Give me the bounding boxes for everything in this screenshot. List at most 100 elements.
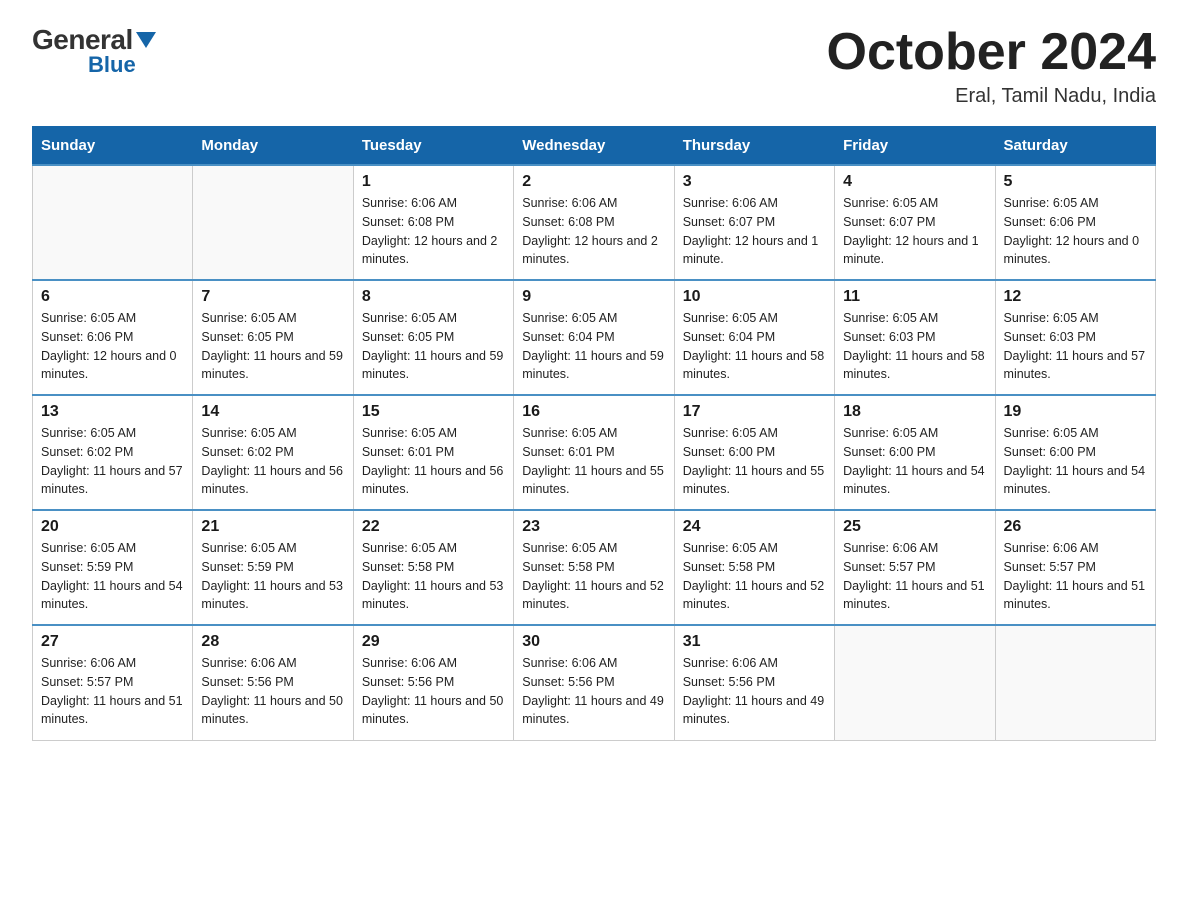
day-number: 12 <box>1004 288 1147 306</box>
calendar-cell: 29 Sunrise: 6:06 AMSunset: 5:56 PMDayligh… <box>353 625 513 740</box>
day-sun-info: Sunrise: 6:06 AMSunset: 5:57 PMDaylight:… <box>843 539 986 614</box>
day-number: 8 <box>362 288 505 306</box>
calendar-cell: 31 Sunrise: 6:06 AMSunset: 5:56 PMDayligh… <box>674 625 834 740</box>
logo: General Blue <box>32 24 156 78</box>
day-number: 20 <box>41 518 184 536</box>
calendar-cell <box>33 165 193 280</box>
day-sun-info: Sunrise: 6:05 AMSunset: 5:59 PMDaylight:… <box>41 539 184 614</box>
calendar-cell: 14 Sunrise: 6:05 AMSunset: 6:02 PMDayligh… <box>193 395 353 510</box>
day-sun-info: Sunrise: 6:06 AMSunset: 5:56 PMDaylight:… <box>201 654 344 729</box>
calendar-cell: 6Sunrise: 6:05 AMSunset: 6:06 PMDaylight… <box>33 280 193 395</box>
calendar-week-row: 1 Sunrise: 6:06 AMSunset: 6:08 PMDaylight… <box>33 165 1156 280</box>
calendar-cell: 19 Sunrise: 6:05 AMSunset: 6:00 PMDayligh… <box>995 395 1155 510</box>
day-sun-info: Sunrise: 6:06 AMSunset: 5:57 PMDaylight:… <box>41 654 184 729</box>
day-number: 5 <box>1004 173 1147 191</box>
day-number: 11 <box>843 288 986 306</box>
day-sun-info: Sunrise: 6:05 AMSunset: 5:58 PMDaylight:… <box>362 539 505 614</box>
calendar-cell: 7 Sunrise: 6:05 AMSunset: 6:05 PMDaylight… <box>193 280 353 395</box>
day-sun-info: Sunrise: 6:05 AMSunset: 6:02 PMDaylight:… <box>201 424 344 499</box>
calendar-cell: 10 Sunrise: 6:05 AMSunset: 6:04 PMDayligh… <box>674 280 834 395</box>
logo-triangle-icon <box>136 32 156 53</box>
day-sun-info: Sunrise: 6:05 AMSunset: 6:01 PMDaylight:… <box>362 424 505 499</box>
calendar-cell: 4 Sunrise: 6:05 AMSunset: 6:07 PMDaylight… <box>835 165 995 280</box>
day-sun-info: Sunrise: 6:05 AMSunset: 6:04 PMDaylight:… <box>522 309 665 384</box>
calendar-cell: 30Sunrise: 6:06 AMSunset: 5:56 PMDayligh… <box>514 625 674 740</box>
day-sun-info: Sunrise: 6:06 AMSunset: 6:08 PMDaylight:… <box>362 194 505 269</box>
day-sun-info: Sunrise: 6:05 AMSunset: 5:58 PMDaylight:… <box>522 539 665 614</box>
day-number: 9 <box>522 288 665 306</box>
calendar-cell: 2Sunrise: 6:06 AMSunset: 6:08 PMDaylight… <box>514 165 674 280</box>
day-header-thursday: Thursday <box>674 127 834 166</box>
day-sun-info: Sunrise: 6:06 AMSunset: 6:08 PMDaylight:… <box>522 194 665 269</box>
day-header-sunday: Sunday <box>33 127 193 166</box>
day-sun-info: Sunrise: 6:05 AMSunset: 6:00 PMDaylight:… <box>843 424 986 499</box>
calendar-cell: 11Sunrise: 6:05 AMSunset: 6:03 PMDayligh… <box>835 280 995 395</box>
calendar-cell: 13Sunrise: 6:05 AMSunset: 6:02 PMDayligh… <box>33 395 193 510</box>
day-sun-info: Sunrise: 6:06 AMSunset: 5:56 PMDaylight:… <box>683 654 826 729</box>
day-sun-info: Sunrise: 6:06 AMSunset: 5:57 PMDaylight:… <box>1004 539 1147 614</box>
calendar-cell: 5 Sunrise: 6:05 AMSunset: 6:06 PMDaylight… <box>995 165 1155 280</box>
day-number: 22 <box>362 518 505 536</box>
day-number: 18 <box>843 403 986 421</box>
day-number: 14 <box>201 403 344 421</box>
day-sun-info: Sunrise: 6:05 AMSunset: 6:00 PMDaylight:… <box>1004 424 1147 499</box>
day-sun-info: Sunrise: 6:05 AMSunset: 6:03 PMDaylight:… <box>1004 309 1147 384</box>
day-sun-info: Sunrise: 6:05 AMSunset: 6:05 PMDaylight:… <box>362 309 505 384</box>
day-sun-info: Sunrise: 6:05 AMSunset: 5:59 PMDaylight:… <box>201 539 344 614</box>
calendar-cell <box>193 165 353 280</box>
day-header-tuesday: Tuesday <box>353 127 513 166</box>
calendar-cell: 17 Sunrise: 6:05 AMSunset: 6:00 PMDayligh… <box>674 395 834 510</box>
day-number: 29 <box>362 633 505 651</box>
calendar-week-row: 27Sunrise: 6:06 AMSunset: 5:57 PMDayligh… <box>33 625 1156 740</box>
calendar-cell: 27Sunrise: 6:06 AMSunset: 5:57 PMDayligh… <box>33 625 193 740</box>
day-number: 17 <box>683 403 826 421</box>
day-number: 25 <box>843 518 986 536</box>
day-header-monday: Monday <box>193 127 353 166</box>
day-number: 4 <box>843 173 986 191</box>
day-header-wednesday: Wednesday <box>514 127 674 166</box>
day-number: 23 <box>522 518 665 536</box>
day-number: 7 <box>201 288 344 306</box>
day-sun-info: Sunrise: 6:05 AMSunset: 6:02 PMDaylight:… <box>41 424 184 499</box>
day-number: 1 <box>362 173 505 191</box>
calendar-cell: 23 Sunrise: 6:05 AMSunset: 5:58 PMDayligh… <box>514 510 674 625</box>
day-sun-info: Sunrise: 6:05 AMSunset: 6:06 PMDaylight:… <box>41 309 184 384</box>
calendar-table: SundayMondayTuesdayWednesdayThursdayFrid… <box>32 126 1156 741</box>
day-sun-info: Sunrise: 6:06 AMSunset: 6:07 PMDaylight:… <box>683 194 826 269</box>
subtitle: Eral, Tamil Nadu, India <box>827 85 1157 108</box>
calendar-cell: 26 Sunrise: 6:06 AMSunset: 5:57 PMDayligh… <box>995 510 1155 625</box>
logo-blue-text: Blue <box>88 52 136 77</box>
calendar-cell: 25 Sunrise: 6:06 AMSunset: 5:57 PMDayligh… <box>835 510 995 625</box>
day-number: 10 <box>683 288 826 306</box>
day-number: 15 <box>362 403 505 421</box>
calendar-cell: 22 Sunrise: 6:05 AMSunset: 5:58 PMDayligh… <box>353 510 513 625</box>
day-sun-info: Sunrise: 6:06 AMSunset: 5:56 PMDaylight:… <box>362 654 505 729</box>
calendar-cell: 8 Sunrise: 6:05 AMSunset: 6:05 PMDaylight… <box>353 280 513 395</box>
day-number: 21 <box>201 518 344 536</box>
calendar-cell <box>995 625 1155 740</box>
day-sun-info: Sunrise: 6:05 AMSunset: 6:07 PMDaylight:… <box>843 194 986 269</box>
day-number: 28 <box>201 633 344 651</box>
day-number: 3 <box>683 173 826 191</box>
day-header-friday: Friday <box>835 127 995 166</box>
main-title: October 2024 <box>827 24 1157 81</box>
day-number: 19 <box>1004 403 1147 421</box>
calendar-cell: 18 Sunrise: 6:05 AMSunset: 6:00 PMDayligh… <box>835 395 995 510</box>
calendar-week-row: 6Sunrise: 6:05 AMSunset: 6:06 PMDaylight… <box>33 280 1156 395</box>
calendar-cell: 16Sunrise: 6:05 AMSunset: 6:01 PMDayligh… <box>514 395 674 510</box>
calendar-cell <box>835 625 995 740</box>
day-number: 26 <box>1004 518 1147 536</box>
calendar-cell: 15 Sunrise: 6:05 AMSunset: 6:01 PMDayligh… <box>353 395 513 510</box>
calendar-cell: 9 Sunrise: 6:05 AMSunset: 6:04 PMDaylight… <box>514 280 674 395</box>
day-number: 16 <box>522 403 665 421</box>
day-sun-info: Sunrise: 6:05 AMSunset: 6:04 PMDaylight:… <box>683 309 826 384</box>
day-header-saturday: Saturday <box>995 127 1155 166</box>
calendar-cell: 28 Sunrise: 6:06 AMSunset: 5:56 PMDayligh… <box>193 625 353 740</box>
calendar-cell: 12 Sunrise: 6:05 AMSunset: 6:03 PMDayligh… <box>995 280 1155 395</box>
day-sun-info: Sunrise: 6:05 AMSunset: 6:05 PMDaylight:… <box>201 309 344 384</box>
day-number: 31 <box>683 633 826 651</box>
day-sun-info: Sunrise: 6:05 AMSunset: 6:06 PMDaylight:… <box>1004 194 1147 269</box>
day-sun-info: Sunrise: 6:05 AMSunset: 6:00 PMDaylight:… <box>683 424 826 499</box>
calendar-cell: 20 Sunrise: 6:05 AMSunset: 5:59 PMDayligh… <box>33 510 193 625</box>
calendar-header-row: SundayMondayTuesdayWednesdayThursdayFrid… <box>33 127 1156 166</box>
